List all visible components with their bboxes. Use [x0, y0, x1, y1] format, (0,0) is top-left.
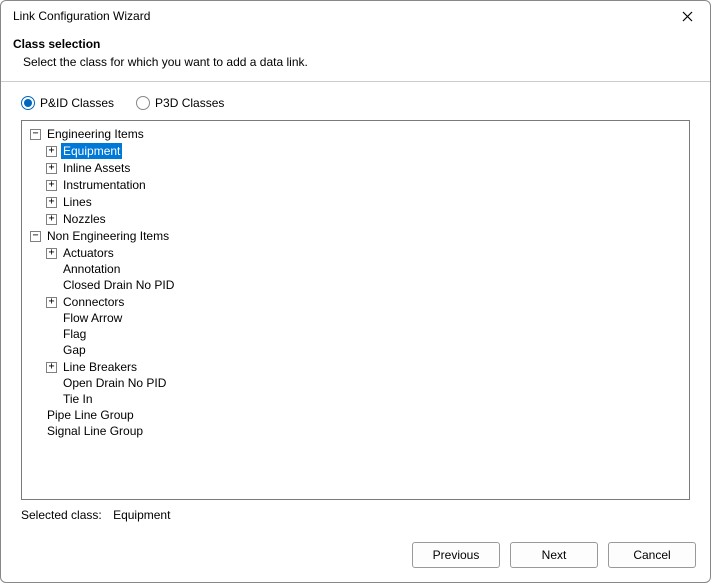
tree-node-label[interactable]: Flow Arrow — [61, 310, 124, 326]
radio-icon — [21, 96, 35, 110]
radio-p3d-classes[interactable]: P3D Classes — [136, 96, 224, 110]
title-bar: Link Configuration Wizard — [1, 1, 710, 31]
tree-node[interactable]: + Lines — [26, 194, 685, 210]
tree-node-label[interactable]: Flag — [61, 326, 88, 342]
tree-node-label[interactable]: Pipe Line Group — [45, 407, 136, 423]
content-area: P&ID Classes P3D Classes −Engineering It… — [1, 82, 710, 532]
page-title: Class selection — [13, 37, 698, 51]
selected-class-prefix: Selected class: — [21, 508, 102, 522]
tree-node[interactable]: + Nozzles — [26, 211, 685, 227]
expander-spacer — [46, 378, 57, 389]
expand-icon[interactable]: + — [46, 362, 57, 373]
tree-node-label[interactable]: Annotation — [61, 261, 122, 277]
expand-icon[interactable]: + — [46, 163, 57, 174]
expander-spacer — [30, 410, 41, 421]
cancel-button[interactable]: Cancel — [608, 542, 696, 568]
close-button[interactable] — [672, 2, 702, 30]
previous-button[interactable]: Previous — [412, 542, 500, 568]
tree-node-label[interactable]: Line Breakers — [61, 359, 139, 375]
tree-node-label[interactable]: Open Drain No PID — [61, 375, 168, 391]
tree-node-label[interactable]: Signal Line Group — [45, 423, 145, 439]
close-icon — [682, 11, 693, 22]
expander-spacer — [46, 394, 57, 405]
expander-spacer — [30, 426, 41, 437]
tree-node-label[interactable]: Tie In — [61, 391, 95, 407]
radio-icon — [136, 96, 150, 110]
radio-label: P3D Classes — [155, 96, 224, 110]
tree-node[interactable]: Open Drain No PID — [26, 375, 685, 391]
class-type-radios: P&ID Classes P3D Classes — [21, 96, 690, 110]
expander-spacer — [46, 345, 57, 356]
expand-icon[interactable]: + — [46, 214, 57, 225]
tree-node-label[interactable]: Instrumentation — [61, 177, 148, 193]
selected-class-line: Selected class: Equipment — [21, 508, 690, 522]
radio-pid-classes[interactable]: P&ID Classes — [21, 96, 114, 110]
tree-node[interactable]: Tie In — [26, 391, 685, 407]
expander-spacer — [46, 329, 57, 340]
tree-node-label[interactable]: Engineering Items — [45, 126, 146, 142]
expand-icon[interactable]: + — [46, 180, 57, 191]
tree-node[interactable]: Flow Arrow — [26, 310, 685, 326]
radio-label: P&ID Classes — [40, 96, 114, 110]
window-title: Link Configuration Wizard — [13, 9, 150, 23]
tree-node[interactable]: Closed Drain No PID — [26, 277, 685, 293]
tree-node-label[interactable]: Equipment — [61, 143, 122, 159]
tree-node[interactable]: + Inline Assets — [26, 160, 685, 176]
tree-node[interactable]: −Non Engineering Items — [26, 228, 685, 244]
tree-node[interactable]: + Actuators — [26, 245, 685, 261]
collapse-icon[interactable]: − — [30, 129, 41, 140]
tree-node-label[interactable]: Gap — [61, 342, 88, 358]
next-button[interactable]: Next — [510, 542, 598, 568]
tree-node-label[interactable]: Nozzles — [61, 211, 108, 227]
collapse-icon[interactable]: − — [30, 231, 41, 242]
tree-node[interactable]: + Line Breakers — [26, 359, 685, 375]
tree-node[interactable]: Gap — [26, 342, 685, 358]
tree-node[interactable]: Flag — [26, 326, 685, 342]
page-subtitle: Select the class for which you want to a… — [23, 55, 698, 69]
expander-spacer — [46, 280, 57, 291]
tree-node[interactable]: + Instrumentation — [26, 177, 685, 193]
tree-node[interactable]: + Equipment — [26, 143, 685, 159]
tree-node-label[interactable]: Actuators — [61, 245, 116, 261]
expand-icon[interactable]: + — [46, 297, 57, 308]
tree-node-label[interactable]: Non Engineering Items — [45, 228, 171, 244]
class-tree[interactable]: −Engineering Items+Equipment+Inline Asse… — [21, 120, 690, 500]
tree-node-label[interactable]: Inline Assets — [61, 160, 132, 176]
tree-node-label[interactable]: Lines — [61, 194, 94, 210]
tree-node[interactable]: + Connectors — [26, 294, 685, 310]
selected-class-value: Equipment — [113, 508, 170, 522]
expander-spacer — [46, 264, 57, 275]
tree-node[interactable]: −Engineering Items — [26, 126, 685, 142]
tree-node-label[interactable]: Connectors — [61, 294, 126, 310]
expand-icon[interactable]: + — [46, 248, 57, 259]
expand-icon[interactable]: + — [46, 197, 57, 208]
tree-node[interactable]: Annotation — [26, 261, 685, 277]
wizard-header: Class selection Select the class for whi… — [1, 31, 710, 82]
tree-node[interactable]: Pipe Line Group — [26, 407, 685, 423]
expand-icon[interactable]: + — [46, 146, 57, 157]
tree-node[interactable]: Signal Line Group — [26, 423, 685, 439]
wizard-footer: Previous Next Cancel — [1, 532, 710, 582]
expander-spacer — [46, 313, 57, 324]
tree-node-label[interactable]: Closed Drain No PID — [61, 277, 176, 293]
